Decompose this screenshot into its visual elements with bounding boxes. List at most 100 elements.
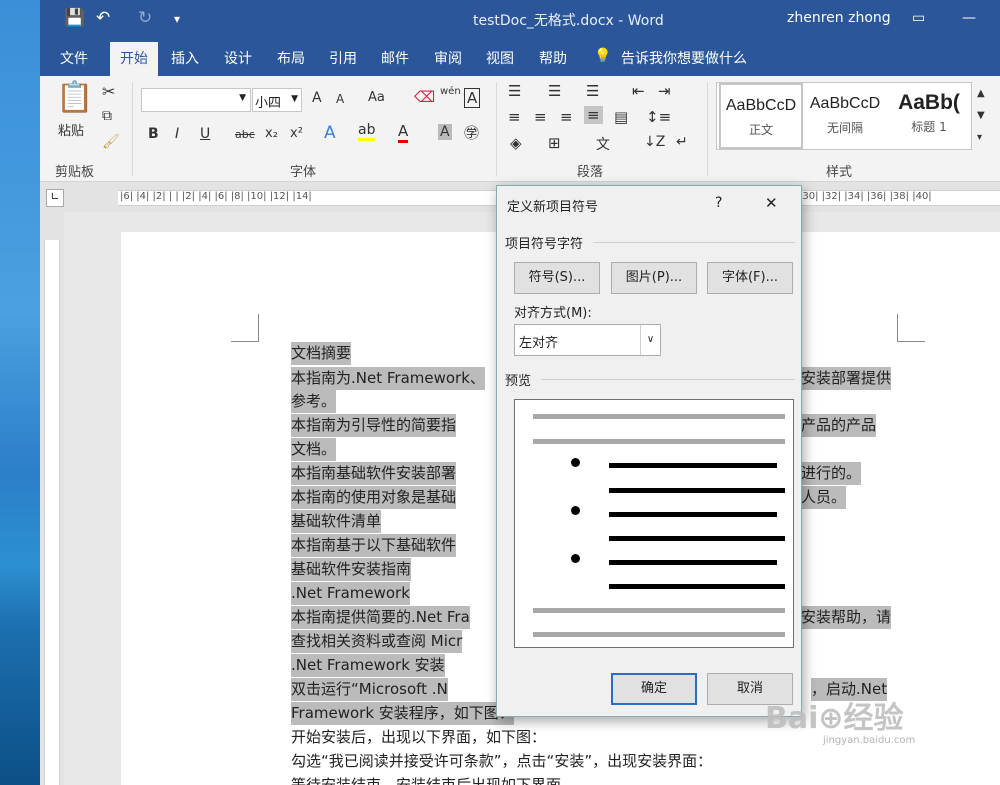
doc-line[interactable]: 基础软件安装指南 [291,558,412,581]
help-icon[interactable]: ? [715,195,722,211]
grow-font-icon[interactable]: A [312,90,322,106]
clear-format-icon[interactable]: ⌫ [414,88,435,106]
copy-icon[interactable]: ⧉ [102,108,112,124]
show-marks-icon[interactable]: ↵ [676,134,688,150]
vertical-ruler-scale[interactable] [44,240,60,785]
phonetic-guide-icon[interactable]: wén [440,86,461,97]
subscript-button[interactable]: x₂ [265,126,278,141]
doc-line[interactable]: 本指南基础软件安装部署 [291,462,457,485]
tab-insert[interactable]: 插入 [171,48,199,68]
increase-indent-icon[interactable]: ⇥ [658,82,671,100]
ok-button[interactable]: 确定 [611,673,697,705]
doc-line[interactable]: 参考。 [291,390,337,413]
underline-button[interactable]: U [200,126,210,142]
asian-layout-icon[interactable]: 文 [596,134,610,154]
picture-button[interactable]: 图片(P)... [611,262,697,294]
tab-mailings[interactable]: 邮件 [381,48,409,68]
doc-line[interactable]: 安装帮助，请 [801,606,892,629]
shrink-font-icon[interactable]: A [336,92,344,106]
align-center-icon[interactable]: ≡ [534,108,547,126]
tab-file[interactable]: 文件 [60,48,88,68]
superscript-button[interactable]: x² [290,126,303,141]
styles-scroll-down-icon[interactable]: ▼ [977,110,985,121]
doc-line[interactable]: .Net Framework 安装 [291,654,445,677]
doc-line[interactable]: 开始安装后，出现以下界面，如下图： [291,726,546,749]
doc-line[interactable]: 勾选“我已阅读并接受许可条款”，点击“安装”，出现安装界面： [291,750,712,773]
align-right-icon[interactable]: ≡ [560,108,573,126]
doc-line[interactable]: 本指南为引导性的简要指 [291,414,457,437]
doc-line[interactable]: 文档摘要 [291,342,352,365]
tell-me-search[interactable]: 告诉我你想要做什么 [621,48,747,68]
change-case-button[interactable]: Aa [368,90,385,105]
tab-review[interactable]: 审阅 [434,48,462,68]
bold-button[interactable]: B [148,126,159,142]
shading-icon[interactable]: ◈ [510,134,522,152]
strikethrough-button[interactable]: abc [235,128,255,141]
minimize-icon[interactable]: — [962,10,976,26]
sort-icon[interactable]: ↓Z [644,134,665,150]
distributed-icon[interactable]: ▤ [614,108,628,126]
paste-icon[interactable]: 📋 [56,80,93,115]
enclose-character-icon[interactable]: ㊫ [464,122,479,143]
line-spacing-icon[interactable]: ↕≡ [646,108,671,126]
format-painter-icon[interactable]: 🖌 [102,134,120,150]
close-icon[interactable]: ✕ [765,194,778,212]
doc-line[interactable]: 等待安装结束，安装结束后出现如下界面 [291,774,561,785]
styles-more-icon[interactable]: ▾ [977,132,982,143]
align-left-icon[interactable]: ≡ [508,108,521,126]
italic-button[interactable]: I [175,126,179,142]
doc-line[interactable]: 安装部署提供 [801,367,892,390]
doc-line[interactable]: 基础软件清单 [291,510,382,533]
tab-design[interactable]: 设计 [224,48,252,68]
ruler-left-ticks: |6| |4| |2| | | |2| |4| |6| |8| |10| |12… [120,191,312,202]
bullets-icon[interactable]: ☰ [508,82,521,100]
decrease-indent-icon[interactable]: ⇤ [632,82,645,100]
doc-line[interactable]: 查找相关资料或查阅 Micr [291,630,463,653]
style-heading-1[interactable]: AaBb(标题 1 [887,83,971,149]
doc-line[interactable]: 双击运行“Microsoft .N [291,678,448,701]
style-no-spacing[interactable]: AaBbCcD 无间隔 [803,83,887,149]
save-icon[interactable]: 💾 [64,8,85,28]
tab-help[interactable]: 帮助 [539,48,567,68]
text-effects-icon[interactable]: A [324,123,336,143]
user-name[interactable]: zhenren zhong [787,10,891,26]
tab-view[interactable]: 视图 [486,48,514,68]
doc-line[interactable]: 本指南的使用对象是基础 [291,486,457,509]
customize-qat-icon[interactable]: ▾ [174,12,180,26]
alignment-select[interactable]: 左对齐 ∨ [514,324,661,356]
doc-line[interactable]: 文档。 [291,438,337,461]
multilevel-list-icon[interactable]: ☰ [586,82,599,100]
tab-layout[interactable]: 布局 [277,48,305,68]
doc-line[interactable]: .Net Framework [291,582,410,605]
style-normal[interactable]: AaBbCcD 正文 [719,83,803,149]
character-border-icon[interactable]: A [464,88,481,108]
font-color-icon[interactable]: A [398,122,409,143]
redo-icon[interactable]: ↻ [138,8,152,28]
ribbon-display-icon[interactable]: ▭ [912,10,925,26]
paste-button[interactable]: 粘贴 [58,120,84,139]
tab-home[interactable]: 开始 [110,42,158,76]
undo-icon[interactable]: ↶ [96,8,110,28]
tab-references[interactable]: 引用 [329,48,357,68]
doc-line[interactable]: 本指南提供简要的.Net Fra [291,606,470,629]
borders-icon[interactable]: ⊞ [548,134,561,152]
doc-line[interactable]: 进行的。 [801,462,862,485]
doc-line[interactable]: 产品的产品 [801,414,877,437]
numbering-icon[interactable]: ☰ [548,82,561,100]
character-shading-icon[interactable]: A [438,124,452,140]
doc-line[interactable]: 本指南基于以下基础软件 [291,534,457,557]
highlight-icon[interactable]: ab [358,122,376,141]
doc-line[interactable]: 本指南为.Net Framework、 [291,367,485,390]
styles-scroll-up-icon[interactable]: ▲ [977,88,985,99]
tab-selector-icon[interactable]: ∟ [46,189,64,207]
symbol-button[interactable]: 符号(S)... [514,262,600,294]
font-size-select[interactable]: 小四 ▼ [252,88,302,112]
font-button[interactable]: 字体(F)... [707,262,793,294]
cut-icon[interactable]: ✂ [102,82,115,101]
preview-line [609,488,785,493]
doc-line[interactable]: Framework 安装程序，如下图： [291,702,514,725]
font-name-select[interactable]: ▼ [141,88,251,112]
doc-line[interactable]: 人员。 [801,486,847,509]
justify-icon[interactable]: ≡ [584,106,603,124]
chevron-down-icon[interactable]: ∨ [640,325,660,355]
